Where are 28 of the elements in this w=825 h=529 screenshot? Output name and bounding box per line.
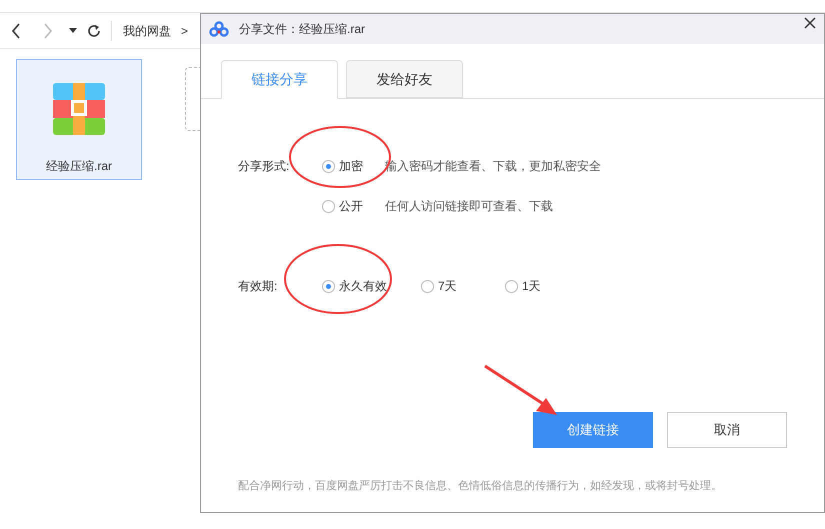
back-icon[interactable]: [11, 22, 21, 38]
option-label[interactable]: 永久有效: [339, 277, 421, 295]
cloud-logo-icon: [209, 21, 229, 37]
option-label[interactable]: 公开: [339, 197, 385, 215]
field-label: 有效期:: [238, 278, 278, 295]
option-label[interactable]: 加密: [339, 157, 385, 175]
notice-text: 配合净网行动，百度网盘严厉打击不良信息、色情低俗信息的传播行为，如经发现，或将封号处理。: [237, 478, 723, 494]
breadcrumb-separator: >: [181, 22, 188, 40]
option-label[interactable]: 1天: [522, 277, 562, 295]
option-description: 任何人访问链接即可查看、下载: [385, 198, 553, 215]
dropdown-caret-icon[interactable]: [69, 28, 77, 34]
field-label: 分享形式:: [238, 158, 290, 175]
radio-button[interactable]: [421, 280, 434, 292]
refresh-icon[interactable]: [87, 24, 101, 38]
file-name: 经验压缩.rar: [46, 158, 112, 175]
breadcrumb-item[interactable]: 我的网盘: [123, 22, 171, 40]
archive-icon: [53, 83, 105, 135]
close-icon[interactable]: [804, 17, 816, 29]
radio-button[interactable]: [322, 200, 335, 212]
radio-button[interactable]: [322, 160, 335, 172]
file-tile[interactable]: 经验压缩.rar: [16, 59, 142, 180]
option-label[interactable]: 7天: [438, 277, 505, 295]
tab[interactable]: 发给好友: [346, 60, 463, 98]
cancel-button[interactable]: 取消: [667, 412, 787, 448]
forward-icon[interactable]: [43, 22, 53, 38]
radio-button[interactable]: [322, 280, 335, 292]
radio-button[interactable]: [505, 280, 518, 292]
dialog-title: 分享文件：经验压缩.rar: [239, 21, 365, 38]
